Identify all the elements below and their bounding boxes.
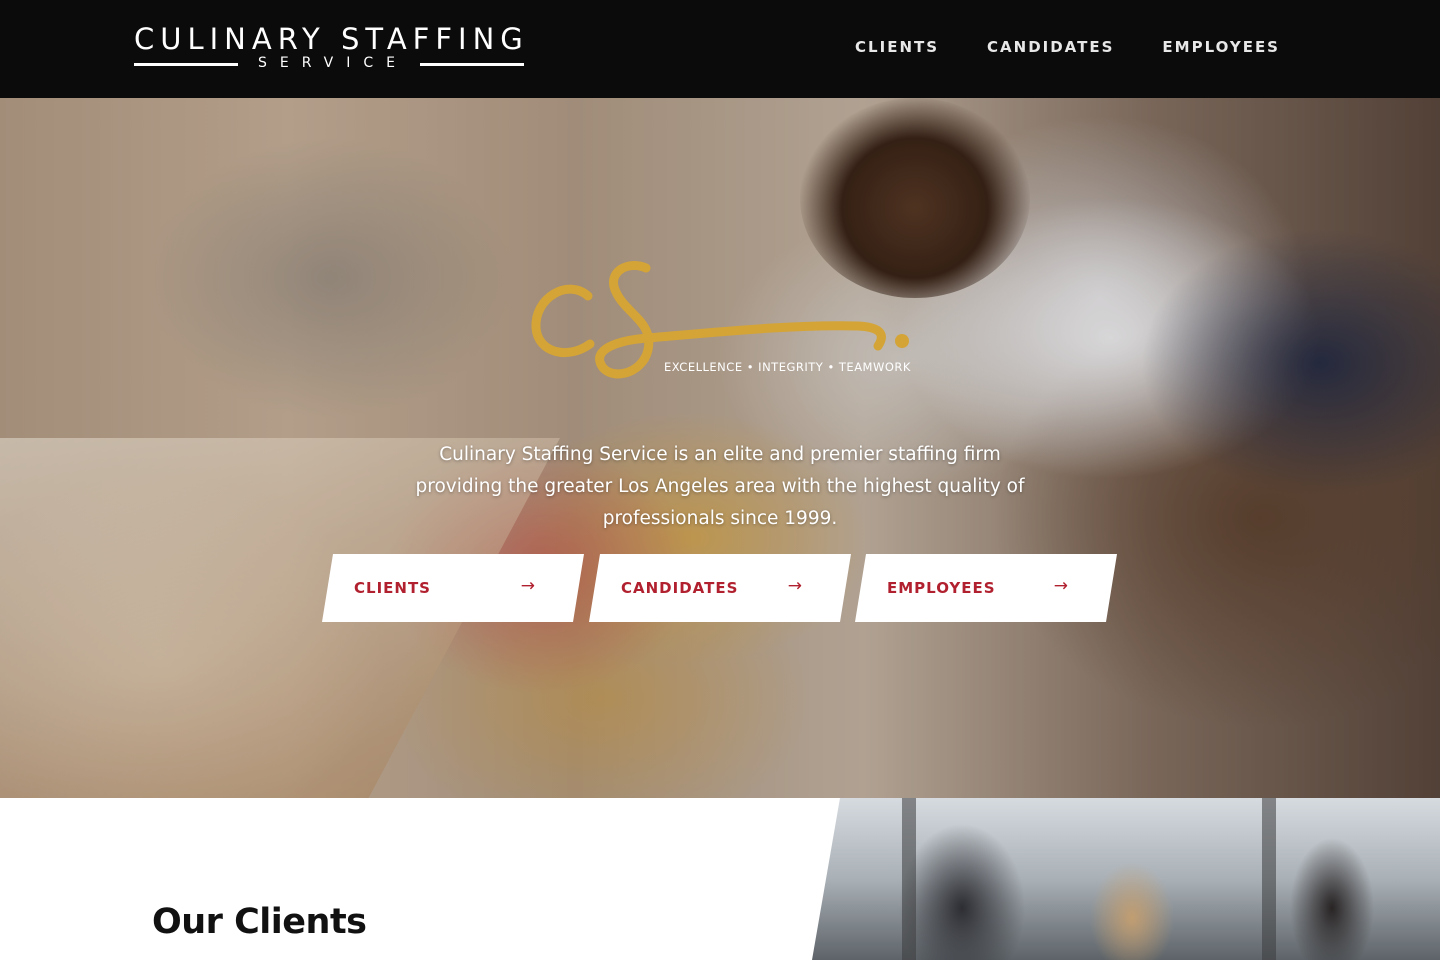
arrow-right-icon: → xyxy=(520,576,536,596)
cta-clients-label: CLIENTS xyxy=(354,579,431,597)
nav-employees[interactable]: EMPLOYEES xyxy=(1162,38,1280,56)
logo-subtitle: SERVICE xyxy=(257,55,409,71)
cta-employees-label: EMPLOYEES xyxy=(887,579,996,597)
hero-tagline: EXCELLENCE • INTEGRITY • TEAMWORK xyxy=(664,360,911,374)
cta-clients-button[interactable]: CLIENTS → xyxy=(322,554,584,622)
hero-intro: Culinary Staffing Service is an elite an… xyxy=(415,443,1025,529)
cta-candidates-label: CANDIDATES xyxy=(621,579,739,597)
cta-employees-button[interactable]: EMPLOYEES → xyxy=(855,554,1117,622)
clients-photo xyxy=(812,798,1440,960)
photo-beam xyxy=(902,798,916,960)
arrow-right-icon: → xyxy=(1053,576,1069,596)
site-logo[interactable]: CULINARY STAFFING SERVICE xyxy=(134,22,524,74)
logo-divider-right xyxy=(420,63,524,66)
nav-clients[interactable]: CLIENTS xyxy=(855,38,939,56)
logo-subtitle-row: SERVICE xyxy=(134,55,524,71)
photo-beam xyxy=(1262,798,1276,960)
main-nav: CLIENTS CANDIDATES EMPLOYEES xyxy=(855,38,1280,56)
hero-section: EXCELLENCE • INTEGRITY • TEAMWORK Culina… xyxy=(0,98,1440,798)
clients-heading: Our Clients xyxy=(152,902,367,942)
cta-candidates-button[interactable]: CANDIDATES → xyxy=(589,554,851,622)
arrow-right-icon: → xyxy=(787,576,803,596)
site-header: CULINARY STAFFING SERVICE CLIENTS CANDID… xyxy=(0,0,1440,98)
clients-section: Our Clients xyxy=(0,798,1440,960)
logo-title: CULINARY STAFFING xyxy=(134,22,529,56)
nav-candidates[interactable]: CANDIDATES xyxy=(987,38,1114,56)
logo-divider-left xyxy=(134,63,238,66)
